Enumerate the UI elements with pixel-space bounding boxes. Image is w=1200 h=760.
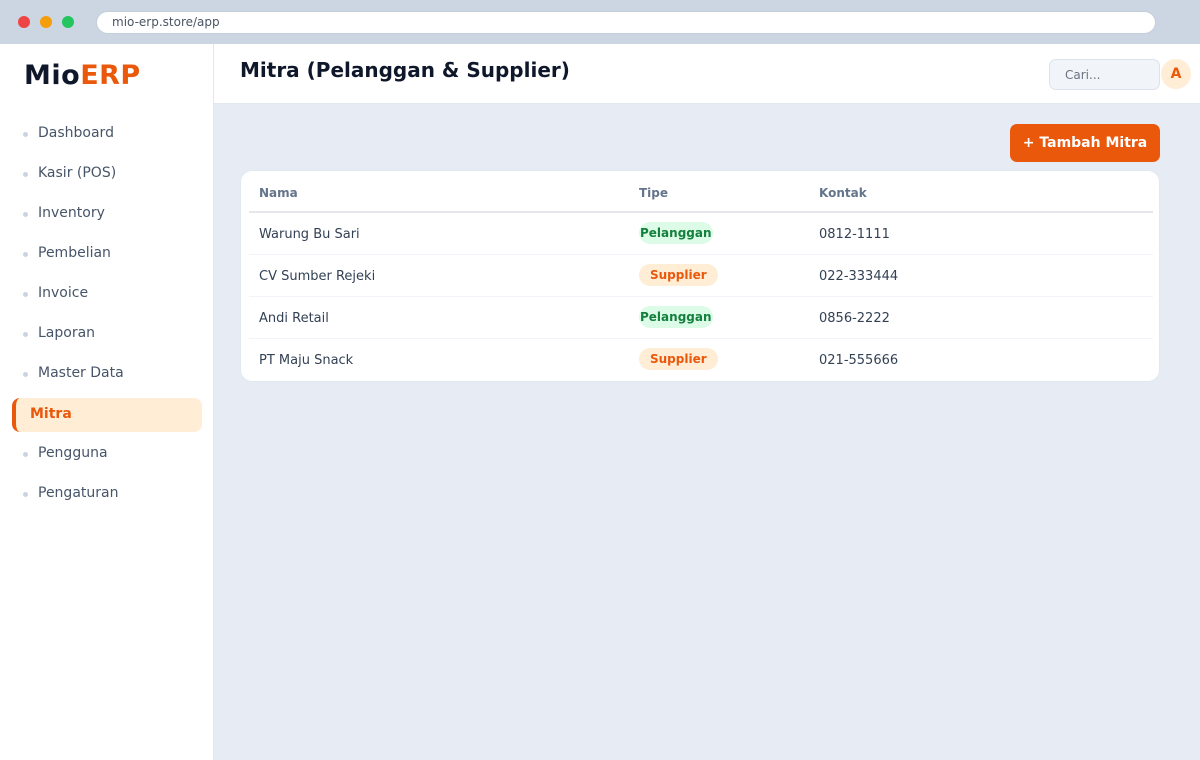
- sidebar-item-invoice[interactable]: Invoice: [12, 277, 202, 311]
- sidebar-item-label: Dashboard: [38, 125, 114, 141]
- sidebar-item-inventory[interactable]: Inventory: [12, 197, 202, 231]
- table-row[interactable]: Andi Retail Pelanggan 0856-2222: [249, 297, 1153, 339]
- cell-nama: Warung Bu Sari: [259, 227, 360, 242]
- bullet-icon: [23, 452, 28, 457]
- sidebar-item-master-data[interactable]: Master Data: [12, 357, 202, 391]
- table-header: Nama Tipe Kontak: [249, 171, 1153, 213]
- mitra-table: Nama Tipe Kontak Warung Bu Sari Pelangga…: [240, 170, 1160, 382]
- top-bar: Mitra (Pelanggan & Supplier) A: [214, 44, 1200, 104]
- logo-text-erp: ERP: [80, 60, 141, 91]
- sidebar-item-mitra[interactable]: Mitra: [12, 398, 202, 432]
- sidebar-item-label: Invoice: [38, 285, 89, 301]
- cell-kontak: 0856-2222: [819, 311, 890, 326]
- sidebar-item-label: Master Data: [38, 365, 124, 381]
- search-input[interactable]: [1049, 59, 1160, 90]
- type-badge-supplier: Supplier: [639, 264, 718, 286]
- cell-nama: Andi Retail: [259, 311, 329, 326]
- sidebar-item-pengguna[interactable]: Pengguna: [12, 437, 202, 471]
- sidebar: MioERP Dashboard Kasir (POS) Inventory P…: [0, 44, 214, 760]
- window-minimize-button[interactable]: [40, 16, 52, 28]
- browser-chrome: mio-erp.store/app: [0, 0, 1200, 44]
- type-badge-pelanggan: Pelanggan: [639, 306, 713, 328]
- column-header-nama: Nama: [259, 186, 298, 200]
- add-mitra-button[interactable]: + Tambah Mitra: [1010, 124, 1160, 162]
- logo-text-mio: Mio: [24, 60, 81, 91]
- sidebar-item-label: Pengaturan: [38, 485, 119, 501]
- sidebar-item-label: Kasir (POS): [38, 165, 117, 181]
- sidebar-item-label: Laporan: [38, 325, 96, 341]
- table-row[interactable]: PT Maju Snack Supplier 021-555666: [249, 339, 1153, 381]
- bullet-icon: [23, 212, 28, 217]
- cell-nama: CV Sumber Rejeki: [259, 269, 376, 284]
- bullet-icon: [23, 172, 28, 177]
- sidebar-item-label: Pengguna: [38, 445, 108, 461]
- window-close-button[interactable]: [18, 16, 30, 28]
- user-avatar[interactable]: A: [1161, 59, 1191, 89]
- sidebar-item-pengaturan[interactable]: Pengaturan: [12, 477, 202, 511]
- window-maximize-button[interactable]: [62, 16, 74, 28]
- column-header-tipe: Tipe: [639, 186, 669, 200]
- cell-nama: PT Maju Snack: [259, 353, 354, 368]
- sidebar-item-label: Pembelian: [38, 245, 111, 261]
- bullet-icon: [23, 372, 28, 377]
- cell-kontak: 0812-1111: [819, 227, 890, 242]
- app-logo[interactable]: MioERP: [24, 60, 141, 91]
- bullet-icon: [23, 132, 28, 137]
- address-bar[interactable]: mio-erp.store/app: [96, 11, 1156, 34]
- sidebar-item-label: Mitra: [30, 406, 72, 422]
- page-title: Mitra (Pelanggan & Supplier): [240, 58, 570, 82]
- cell-kontak: 021-555666: [819, 353, 899, 368]
- sidebar-item-dashboard[interactable]: Dashboard: [12, 117, 202, 151]
- sidebar-item-laporan[interactable]: Laporan: [12, 317, 202, 351]
- type-badge-supplier: Supplier: [639, 348, 718, 370]
- bullet-icon: [23, 332, 28, 337]
- bullet-icon: [23, 252, 28, 257]
- bullet-icon: [23, 492, 28, 497]
- table-row[interactable]: CV Sumber Rejeki Supplier 022-333444: [249, 255, 1153, 297]
- column-header-kontak: Kontak: [819, 186, 867, 200]
- table-row[interactable]: Warung Bu Sari Pelanggan 0812-1111: [249, 213, 1153, 255]
- bullet-icon: [23, 292, 28, 297]
- type-badge-pelanggan: Pelanggan: [639, 222, 713, 244]
- cell-kontak: 022-333444: [819, 269, 899, 284]
- sidebar-item-kasir-pos[interactable]: Kasir (POS): [12, 157, 202, 191]
- sidebar-item-label: Inventory: [38, 205, 105, 221]
- sidebar-item-pembelian[interactable]: Pembelian: [12, 237, 202, 271]
